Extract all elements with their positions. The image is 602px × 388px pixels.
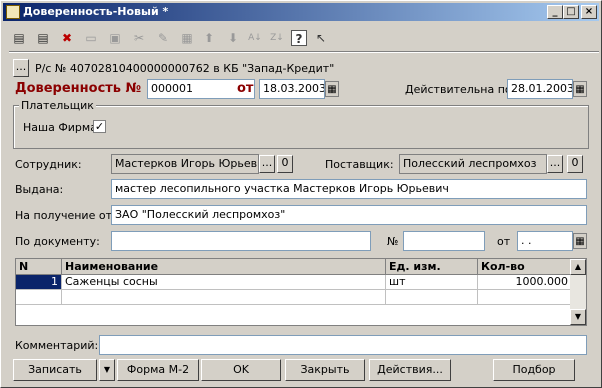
table-cell-n[interactable]: 1 bbox=[16, 275, 62, 290]
table-empty-row bbox=[478, 290, 572, 305]
col-header-name[interactable]: Наименование bbox=[62, 259, 386, 275]
comment-field[interactable] bbox=[99, 335, 587, 355]
cut-icon[interactable]: ✂ bbox=[131, 30, 147, 46]
sort-asc-icon[interactable]: A↓ bbox=[247, 30, 263, 46]
actions-button[interactable]: Действия... bbox=[369, 359, 451, 381]
table-cell-name[interactable]: Саженцы сосны bbox=[62, 275, 386, 290]
employee-field[interactable]: Мастерков Игорь Юрьевич bbox=[111, 154, 259, 174]
down-icon[interactable]: ⬇ bbox=[225, 30, 241, 46]
add-row-icon[interactable]: ▤ bbox=[35, 30, 51, 46]
document-icon bbox=[6, 5, 20, 19]
payer-checkbox[interactable]: ✓ bbox=[93, 120, 106, 133]
receive-from-field[interactable]: ЗАО "Полесский леспромхоз" bbox=[111, 205, 587, 225]
doc-date-calendar-icon[interactable]: ▦ bbox=[325, 81, 339, 97]
toolbar: ▤ ▤ ✖ ▭ ▣ ✂ ✎ ▦ ⬆ ⬇ A↓ Z↓ ? ↖ bbox=[5, 27, 599, 53]
supplier-field[interactable]: Полесский леспромхоз bbox=[399, 154, 547, 174]
edit-icon[interactable]: ✎ bbox=[155, 30, 171, 46]
by-document-label: По документу: bbox=[15, 235, 100, 248]
valid-until-calendar-icon[interactable]: ▦ bbox=[573, 81, 587, 97]
close-form-button[interactable]: Закрыть bbox=[285, 359, 365, 381]
col-header-qty[interactable]: Кол-во bbox=[478, 259, 572, 275]
doc-from-calendar-icon[interactable]: ▦ bbox=[573, 233, 587, 249]
table-empty-row bbox=[62, 290, 386, 305]
document-window: Доверенность-Новый * _ □ × ▤ ▤ ✖ ▭ ▣ ✂ ✎… bbox=[0, 0, 602, 388]
window-title: Доверенность-Новый * bbox=[23, 5, 169, 18]
items-table: N Наименование Ед. изм. Кол-во 1 Саженцы… bbox=[15, 258, 587, 326]
supplier-clear-button[interactable]: 0 bbox=[567, 155, 583, 173]
payer-group-title: Плательщик bbox=[19, 99, 96, 112]
table-empty-row bbox=[386, 290, 478, 305]
supplier-label: Поставщик: bbox=[325, 158, 394, 171]
employee-select-button[interactable]: ... bbox=[259, 155, 275, 173]
pointer-help-icon[interactable]: ↖ bbox=[313, 30, 329, 46]
maximize-button[interactable]: □ bbox=[563, 5, 579, 19]
doc-num-label: № bbox=[387, 235, 399, 248]
by-document-field[interactable] bbox=[111, 231, 371, 251]
doc-from-label: от bbox=[497, 235, 511, 248]
doc-from-date-field[interactable]: . . bbox=[517, 231, 573, 251]
form-m2-button[interactable]: Форма М-2 bbox=[117, 359, 199, 381]
comment-label: Комментарий: bbox=[15, 339, 99, 352]
table-scrollbar[interactable]: ▲ ▼ bbox=[570, 259, 586, 325]
record-dropdown-button[interactable]: ▼ bbox=[99, 359, 115, 381]
issued-label: Выдана: bbox=[15, 183, 64, 196]
table-cell-unit[interactable]: шт bbox=[386, 275, 478, 290]
employee-clear-button[interactable]: 0 bbox=[277, 155, 293, 173]
account-text: Р/с № 40702810400000000762 в КБ "Запад-К… bbox=[35, 62, 335, 75]
doc-date-label: от bbox=[237, 81, 254, 96]
toolbar-separator bbox=[9, 51, 599, 53]
delete-row-icon[interactable]: ✖ bbox=[59, 30, 75, 46]
help-icon[interactable]: ? bbox=[291, 30, 307, 46]
scroll-up-icon[interactable]: ▲ bbox=[570, 259, 586, 275]
close-button[interactable]: × bbox=[581, 5, 597, 19]
receive-from-label: На получение от: bbox=[15, 209, 116, 222]
paste-icon[interactable]: ▣ bbox=[107, 30, 123, 46]
select-button[interactable]: Подбор bbox=[493, 359, 575, 381]
minimize-button[interactable]: _ bbox=[547, 5, 563, 19]
doc-num-field[interactable] bbox=[403, 231, 485, 251]
up-icon[interactable]: ⬆ bbox=[201, 30, 217, 46]
doc-title-label: Доверенность № bbox=[15, 81, 142, 96]
table-empty-row bbox=[16, 290, 62, 305]
employee-label: Сотрудник: bbox=[15, 158, 82, 171]
valid-until-label: Действительна по: bbox=[405, 83, 516, 96]
ok-button[interactable]: OK bbox=[201, 359, 281, 381]
record-button[interactable]: Записать bbox=[13, 359, 97, 381]
valid-until-field[interactable]: 28.01.2003 bbox=[507, 79, 573, 99]
copy-icon[interactable]: ▭ bbox=[83, 30, 99, 46]
col-header-unit[interactable]: Ед. изм. bbox=[386, 259, 478, 275]
account-select-button[interactable]: ... bbox=[13, 59, 29, 77]
sort-desc-icon[interactable]: Z↓ bbox=[269, 30, 285, 46]
col-header-n[interactable]: N bbox=[16, 259, 62, 275]
issued-field[interactable]: мастер лесопильного участка Мастерков Иг… bbox=[111, 179, 587, 199]
title-bar: Доверенность-Новый * bbox=[3, 3, 599, 21]
scroll-down-icon[interactable]: ▼ bbox=[570, 309, 586, 325]
table-cell-qty[interactable]: 1000.000 bbox=[478, 275, 572, 290]
doc-date-field[interactable]: 18.03.2003 bbox=[259, 79, 325, 99]
new-doc-icon[interactable]: ▤ bbox=[11, 30, 27, 46]
payer-label: Наша Фирма bbox=[23, 121, 97, 134]
insert-icon[interactable]: ▦ bbox=[179, 30, 195, 46]
supplier-select-button[interactable]: ... bbox=[547, 155, 563, 173]
